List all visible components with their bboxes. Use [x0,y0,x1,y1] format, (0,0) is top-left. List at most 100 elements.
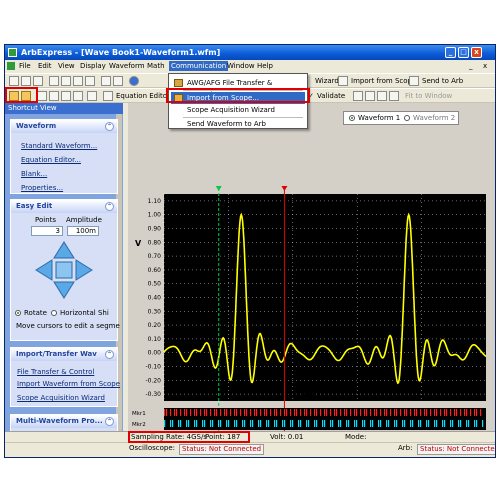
rotate-radio[interactable] [15,310,21,316]
line-draw-icon[interactable] [49,91,59,101]
save-icon[interactable] [33,76,43,86]
collapse-icon[interactable]: ⌃ [105,350,114,359]
cursor-1-handle[interactable] [215,186,222,191]
waveform-chart[interactable]: 1.10 1.00 0.90 0.80 0.70 0.60 0.50 0.40 0.30 0.20… [128,103,495,439]
standard-waveform-link[interactable]: Standard Waveform... [21,142,97,150]
equation-editor-button[interactable]: Equation Editor [116,91,170,101]
marker2-bit [316,420,318,427]
pencil-icon[interactable] [37,91,47,101]
validate-button[interactable]: Validate [317,91,345,101]
import-scope-highlight [166,88,310,103]
send-arb-icon[interactable] [409,76,419,86]
paste-icon[interactable] [85,76,95,86]
scope-wizard-link[interactable]: Scope Acquisition Wizard [17,394,105,402]
send-waveform-item[interactable]: Send Waveform to Arb [171,118,305,130]
import-waveform-link[interactable]: Import Waveform from Scope [17,380,120,388]
menu-waveform[interactable]: Waveform [107,61,147,71]
new-icon[interactable] [9,76,19,86]
collapse-icon[interactable]: ⌃ [105,417,114,426]
arrow-down-icon[interactable] [53,281,75,299]
equation-icon[interactable] [103,91,113,101]
collapse-icon[interactable]: ⌃ [105,122,114,131]
arrow-icon[interactable] [61,91,71,101]
help-icon[interactable] [129,76,139,86]
marker1-bit [184,409,186,416]
marker1-bit [444,409,446,416]
points-input[interactable]: 3 [31,226,63,236]
arrow-left-icon[interactable] [35,259,53,281]
menu-math[interactable]: Math [145,61,167,71]
marker1-bit [336,409,338,416]
marker2-bit [282,420,284,427]
send-to-arb-button[interactable]: Send to Arb [422,76,463,86]
marker1-bit [264,409,266,416]
amplitude-input[interactable]: 100m [67,226,99,236]
menu-edit[interactable]: Edit [36,61,54,71]
marker1-bit [206,409,208,416]
marker2-bit [194,420,196,427]
zoom-in-icon[interactable] [353,91,363,101]
collapse-icon[interactable]: ⌃ [105,202,114,211]
zoom-area-icon[interactable] [377,91,387,101]
equation-editor-link[interactable]: Equation Editor... [21,156,81,164]
transfer-icon [174,79,183,87]
marker1-bit [430,409,432,416]
close-button[interactable]: x [471,47,482,58]
cursor-tools-highlight [5,87,38,103]
marker2-bit [268,420,270,427]
marker1-bit [196,409,198,416]
marker2-bit [404,420,406,427]
y-tick-label: 0.60 [148,267,162,274]
menu-file[interactable]: File [17,61,33,71]
wave-draw-icon[interactable] [73,91,83,101]
minimize-button[interactable]: _ [445,47,456,58]
marker1-bit [216,409,218,416]
blank-link[interactable]: Blank... [21,170,47,178]
zoom-reset-icon[interactable] [389,91,399,101]
marker1-bit [166,409,168,416]
toolbar-wizard-label[interactable]: Wizard [315,76,339,86]
marker1-bit [246,409,248,416]
arrow-right-icon[interactable] [75,259,93,281]
redo-icon[interactable] [113,76,123,86]
mdi-close-button[interactable]: x [481,61,489,71]
marker1-bit [324,409,326,416]
marker2-bit [260,420,262,427]
zoom-out-icon[interactable] [365,91,375,101]
undo-icon[interactable] [101,76,111,86]
file-transfer-link[interactable]: File Transfer & Control [17,368,94,376]
menu-window[interactable]: Window [225,61,257,71]
properties-link[interactable]: Properties... [21,184,63,192]
shortcut-view: Shortcut View Waveform ⌃ Standard Wavefo… [5,103,123,439]
cut-icon[interactable] [61,76,71,86]
easy-edit-panel-header[interactable]: Easy Edit ⌃ [11,200,117,213]
menu-display[interactable]: Display [78,61,108,71]
waveform-panel-header[interactable]: Waveform ⌃ [11,120,117,133]
scope-acquisition-wizard-item[interactable]: Scope Acquisition Wizard [171,104,305,116]
import-transfer-panel-header[interactable]: Import/Transfer Wav ⌃ [11,348,117,361]
menu-help[interactable]: Help [255,61,275,71]
import-scope-icon[interactable] [338,76,348,86]
arrow-up-icon[interactable] [53,241,75,259]
menu-communication[interactable]: Communication [169,61,229,71]
marker1-bit [384,409,386,416]
print-icon[interactable] [49,76,59,86]
y-tick-label: 0.40 [148,295,162,302]
brush-icon[interactable] [87,91,97,101]
marker2-bit [482,420,484,427]
copy-icon[interactable] [73,76,83,86]
center-icon[interactable] [55,261,73,279]
multi-waveform-panel-header[interactable]: Multi-Waveform Pro... ⌃ [11,415,117,428]
maximize-button[interactable]: □ [458,47,469,58]
y-tick-label: 0.00 [148,350,162,357]
cursor-2-handle[interactable] [281,186,288,191]
mdi-minimize-button[interactable]: _ [467,61,475,71]
plot-area: Waveform 1 Waveform 2 1.10 1.00 0.90 0.80 0.… [128,103,495,439]
horizontal-shift-radio[interactable] [51,310,57,316]
send-waveform-label: Send Waveform to Arb [187,120,266,128]
marker1-bit [474,409,476,416]
open-icon[interactable] [21,76,31,86]
import-from-scope-button[interactable]: Import from Scope [351,76,416,86]
fit-to-window-button[interactable]: Fit to Window [405,91,452,101]
menu-view[interactable]: View [56,61,77,71]
